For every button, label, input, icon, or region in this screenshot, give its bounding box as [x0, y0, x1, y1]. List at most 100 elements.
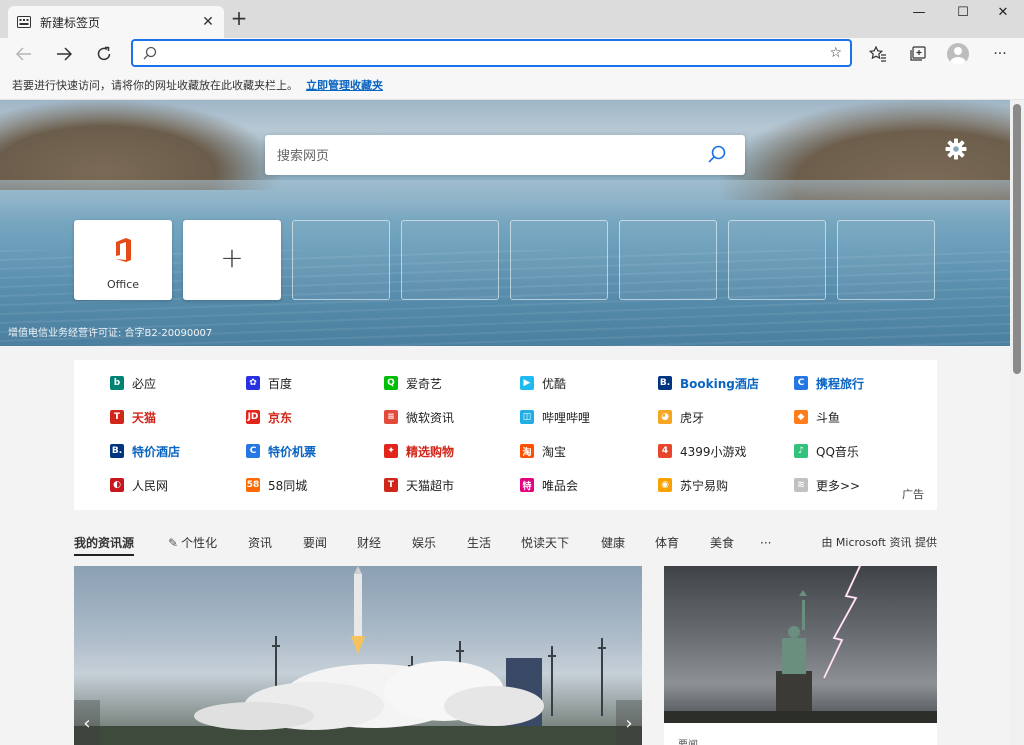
statue-lightning-image	[664, 566, 937, 723]
window-close-button[interactable]: ✕	[980, 0, 1024, 24]
site-link[interactable]: T 天猫	[110, 407, 156, 427]
carousel-next-button[interactable]: ›	[616, 700, 642, 745]
site-link-label: 爱奇艺	[406, 376, 443, 391]
collections-icon[interactable]	[906, 42, 930, 66]
feed-tab[interactable]: ✎ 个性化	[168, 534, 217, 556]
web-search-input[interactable]	[277, 145, 687, 165]
site-link[interactable]: B. Booking酒店	[658, 373, 759, 393]
suning-icon: ◉	[658, 478, 672, 492]
feed-tab[interactable]: 资讯	[248, 534, 272, 556]
tab-title: 新建标签页	[40, 15, 101, 30]
site-link-label: Booking酒店	[680, 376, 759, 391]
feed-tab[interactable]: 娱乐	[412, 534, 436, 556]
manage-favorites-link[interactable]: 立即管理收藏夹	[306, 77, 383, 93]
page-scrollbar[interactable]	[1010, 100, 1024, 745]
site-link-label: 精选购物	[406, 444, 455, 459]
favorites-bar: 若要进行快速访问，请将你的网址收藏放在此收藏夹栏上。 立即管理收藏夹	[0, 70, 1024, 100]
site-link[interactable]: C 特价机票	[246, 441, 316, 461]
site-link[interactable]: ≡ 微软资讯	[384, 407, 454, 427]
site-link[interactable]: ▶ 优酷	[520, 373, 566, 393]
address-input[interactable]	[167, 43, 817, 63]
feed-tab-label: 健康	[601, 536, 626, 550]
site-link[interactable]: 特唯品会	[520, 475, 578, 495]
site-link[interactable]: ◐ 人民网	[110, 475, 168, 495]
site-link[interactable]: C 携程旅行	[794, 373, 864, 393]
more-menu-icon[interactable]: ···	[988, 42, 1012, 66]
site-link-label: 58同城	[268, 478, 308, 493]
feed-tab[interactable]: ···	[760, 534, 771, 556]
new-tab-page-icon	[16, 15, 32, 29]
booking-icon-2: B.	[110, 444, 124, 458]
site-link[interactable]: Q 爱奇艺	[384, 373, 442, 393]
web-search-box[interactable]	[265, 135, 745, 175]
feed-tab-label: 生活	[467, 536, 492, 550]
add-favorite-star-icon[interactable]: ☆	[829, 45, 842, 61]
bilibili-icon: ◫	[520, 410, 534, 424]
site-link[interactable]: 4 4399小游戏	[658, 441, 747, 461]
new-tab-page: Office + 增值电信业务经营许可证: 合字B2-20090007 广告 b…	[0, 100, 1010, 745]
tmall-icon: T	[110, 410, 124, 424]
site-link-label: 苏宁易购	[680, 478, 729, 493]
new-tab-button[interactable]: +	[230, 8, 248, 28]
site-link-label: 天猫超市	[406, 478, 455, 493]
site-link[interactable]: ✦ 精选购物	[384, 441, 454, 461]
scrollbar-thumb[interactable]	[1013, 104, 1021, 374]
news-card-secondary[interactable]: 要闻	[664, 566, 937, 745]
site-link-label: 4399小游戏	[680, 444, 747, 459]
site-link-label: 人民网	[132, 478, 169, 493]
site-link[interactable]: ≋ 更多>>	[794, 475, 860, 495]
feed-tab[interactable]: 美食	[710, 534, 734, 556]
site-link[interactable]: T 天猫超市	[384, 475, 454, 495]
carousel-prev-button[interactable]: ‹	[74, 700, 100, 745]
huya-icon: ◕	[658, 410, 672, 424]
tab-close-icon[interactable]: ✕	[200, 14, 216, 30]
douyu-icon: ◆	[794, 410, 808, 424]
refresh-button[interactable]	[90, 40, 118, 68]
site-link[interactable]: JD 京东	[246, 407, 292, 427]
site-link[interactable]: ✿ 百度	[246, 373, 292, 393]
qqmusic-icon: ♪	[794, 444, 808, 458]
feed-tab-label: 娱乐	[412, 536, 437, 550]
empty-quick-link-slot	[837, 220, 935, 300]
site-link[interactable]: ◕ 虎牙	[658, 407, 704, 427]
browser-tab-active[interactable]: 新建标签页 ✕	[8, 6, 224, 38]
minimize-button[interactable]: —	[896, 0, 942, 24]
profile-button[interactable]	[946, 42, 970, 66]
add-quick-link-button[interactable]: +	[183, 220, 281, 300]
site-link[interactable]: ◉ 苏宁易购	[658, 475, 728, 495]
site-link-label: 携程旅行	[816, 376, 865, 391]
site-link-label: 斗鱼	[816, 410, 841, 425]
site-link-label: 更多>>	[816, 478, 861, 493]
site-link[interactable]: ◫ 哔哩哔哩	[520, 407, 590, 427]
site-link[interactable]: ♪ QQ音乐	[794, 441, 859, 461]
news-provider-label: 由 Microsoft 资讯 提供	[821, 536, 937, 549]
address-bar[interactable]: ☆	[131, 39, 852, 67]
site-link[interactable]: 58 58同城	[246, 475, 307, 495]
tab-strip: 新建标签页 ✕ + — ☐ ✕	[0, 0, 1024, 38]
page-settings-gear-icon[interactable]	[944, 137, 968, 161]
favorites-icon[interactable]	[866, 42, 890, 66]
search-submit-icon[interactable]	[707, 144, 727, 167]
site-link[interactable]: B. 特价酒店	[110, 441, 180, 461]
news-card-featured[interactable]: ‹ ›	[74, 566, 642, 745]
forward-button[interactable]	[50, 40, 78, 68]
feed-tab[interactable]: 健康	[601, 534, 625, 556]
site-link-label: QQ音乐	[816, 444, 859, 459]
site-link[interactable]: b 必应	[110, 373, 156, 393]
feed-tab[interactable]: 财经	[357, 534, 381, 556]
4399-icon: 4	[658, 444, 672, 458]
back-button[interactable]	[10, 40, 38, 68]
feed-tab[interactable]: 要闻	[303, 534, 327, 556]
quick-link-office[interactable]: Office	[74, 220, 172, 300]
feed-tab[interactable]: 体育	[655, 534, 679, 556]
feed-tab[interactable]: 我的资讯源	[74, 534, 135, 556]
feed-tab-label: 悦读天下	[521, 536, 570, 550]
feed-tab[interactable]: 悦读天下	[521, 534, 569, 556]
site-link[interactable]: ◆ 斗鱼	[794, 407, 840, 427]
site-link[interactable]: 淘淘宝	[520, 441, 566, 461]
tmall-market-icon: T	[384, 478, 398, 492]
browser-toolbar: ☆ ···	[0, 38, 1024, 70]
rocket-launch-image	[74, 566, 642, 745]
feed-tab[interactable]: 生活	[467, 534, 491, 556]
site-link-label: 虎牙	[680, 410, 705, 425]
